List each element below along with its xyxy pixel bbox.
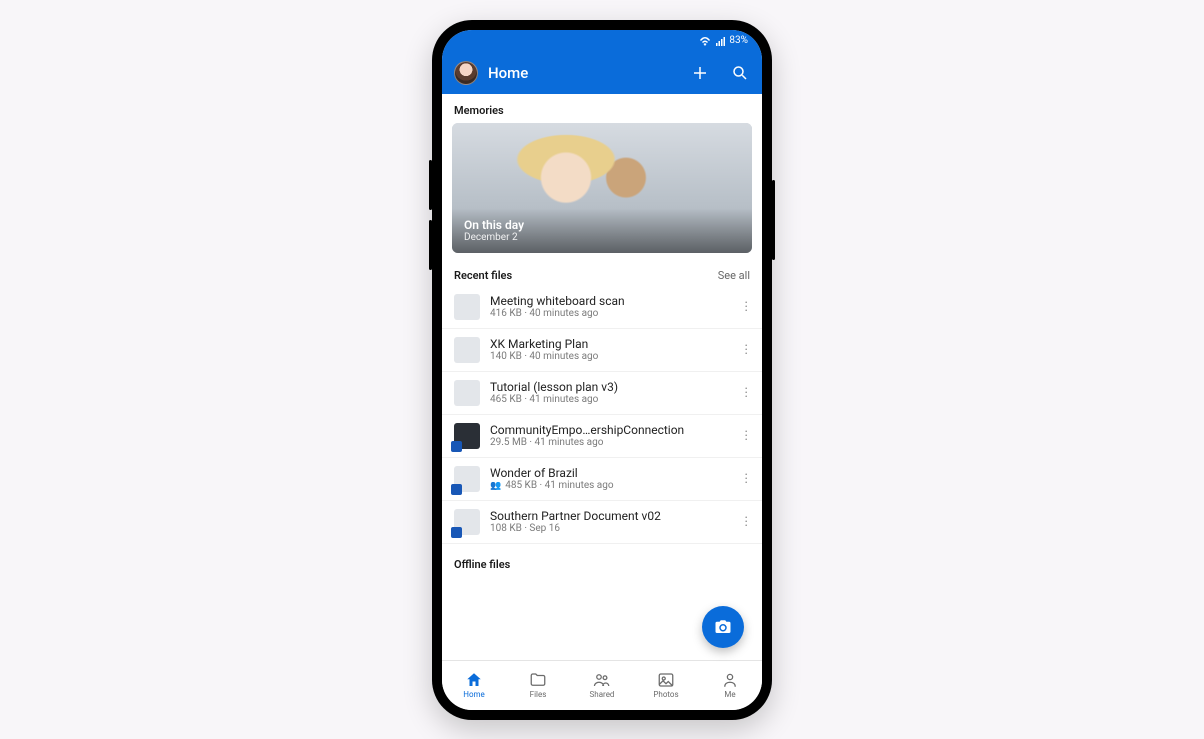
file-meta: 416 KB · 40 minutes ago [490, 308, 732, 319]
file-name: Southern Partner Document v02 [490, 509, 732, 523]
recent-label: Recent files [454, 269, 512, 282]
file-meta: 140 KB · 40 minutes ago [490, 351, 732, 362]
app-badge-icon [451, 527, 462, 538]
file-info: Meeting whiteboard scan416 KB · 40 minut… [490, 294, 732, 319]
memories-overlay: On this day December 2 [452, 208, 752, 253]
nav-label: Shared [590, 690, 615, 699]
add-button[interactable] [690, 63, 710, 83]
avatar[interactable] [454, 61, 478, 85]
file-info: CommunityEmpo…ershipConnection29.5 MB · … [490, 423, 732, 448]
file-meta: 👥485 KB · 41 minutes ago [490, 480, 732, 491]
content-scroll[interactable]: Memories On this day December 2 Recent f… [442, 94, 762, 660]
shared-badge-icon: 👥 [490, 481, 501, 491]
screen: 83% Home Memories On this day December 2 [442, 30, 762, 710]
app-badge-icon [451, 441, 462, 452]
file-name: CommunityEmpo…ershipConnection [490, 423, 732, 437]
offline-label: Offline files [442, 544, 762, 577]
nav-photos[interactable]: Photos [634, 661, 698, 710]
file-meta: 108 KB · Sep 16 [490, 523, 732, 534]
file-row[interactable]: Southern Partner Document v02108 KB · Se… [442, 501, 762, 544]
person-icon [721, 671, 739, 689]
file-meta: 465 KB · 41 minutes ago [490, 394, 732, 405]
nav-label: Home [463, 690, 485, 699]
file-name: Tutorial (lesson plan v3) [490, 380, 732, 394]
file-meta: 29.5 MB · 41 minutes ago [490, 437, 732, 448]
memories-date: December 2 [464, 232, 740, 243]
file-name: Wonder of Brazil [490, 466, 732, 480]
file-thumbnail [454, 466, 480, 492]
file-name: Meeting whiteboard scan [490, 294, 732, 308]
file-info: Southern Partner Document v02108 KB · Se… [490, 509, 732, 534]
app-badge-icon [451, 484, 462, 495]
app-bar: Home [442, 52, 762, 94]
folder-icon [529, 671, 547, 689]
wifi-icon [699, 36, 711, 46]
file-row[interactable]: Tutorial (lesson plan v3)465 KB · 41 min… [442, 372, 762, 415]
more-button[interactable]: ··· [742, 301, 750, 313]
shared-icon [593, 671, 611, 689]
file-info: Wonder of Brazil👥485 KB · 41 minutes ago [490, 466, 732, 491]
nav-label: Files [530, 690, 547, 699]
more-button[interactable]: ··· [742, 516, 750, 528]
file-info: Tutorial (lesson plan v3)465 KB · 41 min… [490, 380, 732, 405]
file-name: XK Marketing Plan [490, 337, 732, 351]
file-info: XK Marketing Plan140 KB · 40 minutes ago [490, 337, 732, 362]
cell-signal-icon [715, 36, 725, 46]
file-list: Meeting whiteboard scan416 KB · 40 minut… [442, 286, 762, 544]
page-title: Home [488, 64, 670, 82]
file-row[interactable]: CommunityEmpo…ershipConnection29.5 MB · … [442, 415, 762, 458]
file-thumbnail [454, 380, 480, 406]
nav-files[interactable]: Files [506, 661, 570, 710]
file-thumbnail [454, 337, 480, 363]
file-row[interactable]: Wonder of Brazil👥485 KB · 41 minutes ago… [442, 458, 762, 501]
search-button[interactable] [730, 63, 750, 83]
home-icon [465, 671, 483, 689]
battery-text: 83% [729, 35, 748, 46]
photos-icon [657, 671, 675, 689]
more-button[interactable]: ··· [742, 344, 750, 356]
file-thumbnail [454, 294, 480, 320]
nav-home[interactable]: Home [442, 661, 506, 710]
memories-label: Memories [442, 94, 762, 123]
more-button[interactable]: ··· [742, 387, 750, 399]
more-button[interactable]: ··· [742, 430, 750, 442]
nav-label: Me [724, 690, 735, 699]
file-row[interactable]: XK Marketing Plan140 KB · 40 minutes ago… [442, 329, 762, 372]
file-thumbnail [454, 509, 480, 535]
file-row[interactable]: Meeting whiteboard scan416 KB · 40 minut… [442, 286, 762, 329]
status-bar: 83% [442, 30, 762, 52]
camera-fab[interactable] [702, 606, 744, 648]
file-thumbnail [454, 423, 480, 449]
see-all-link[interactable]: See all [718, 269, 750, 282]
nav-label: Photos [653, 690, 678, 699]
phone-frame: 83% Home Memories On this day December 2 [432, 20, 772, 720]
memories-title: On this day [464, 218, 740, 232]
nav-me[interactable]: Me [698, 661, 762, 710]
memories-card[interactable]: On this day December 2 [452, 123, 752, 253]
bottom-nav: Home Files Shared Photos [442, 660, 762, 710]
more-button[interactable]: ··· [742, 473, 750, 485]
nav-shared[interactable]: Shared [570, 661, 634, 710]
